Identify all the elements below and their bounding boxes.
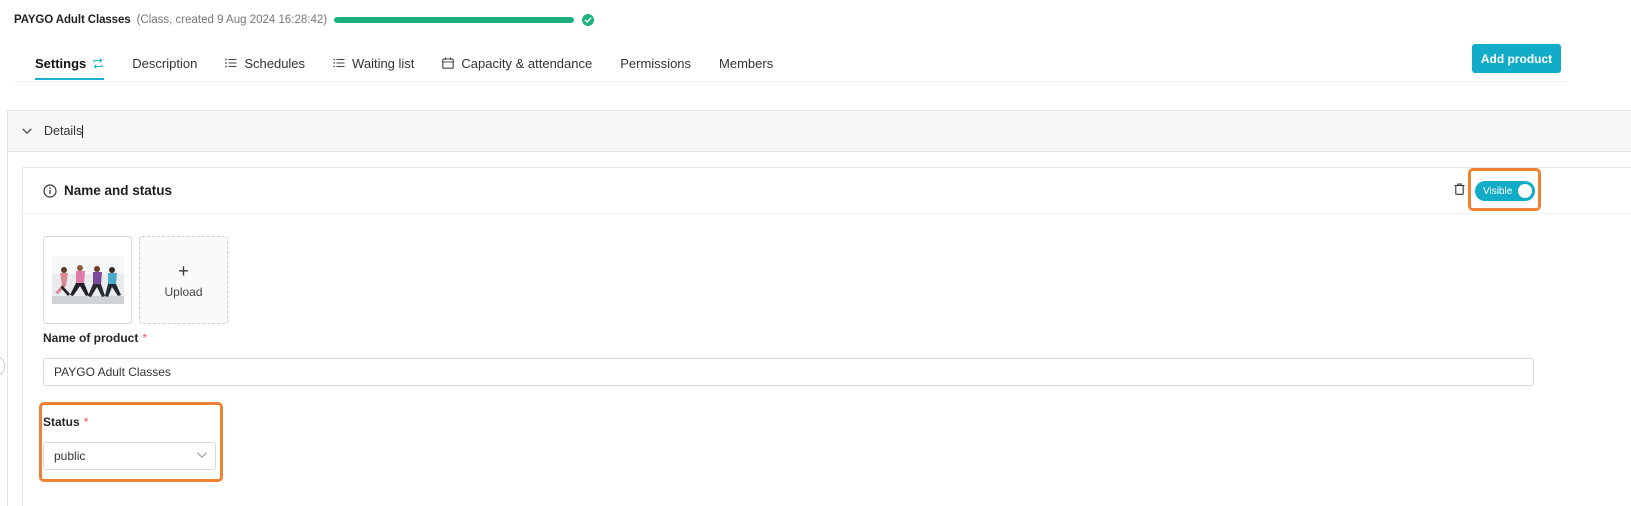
visibility-toggle-label: Visible [1483, 185, 1513, 197]
tab-members[interactable]: Members [719, 54, 773, 72]
product-header: PAYGO Adult Classes (Class, created 9 Au… [14, 12, 595, 28]
list-icon [225, 58, 237, 68]
tab-members-label: Members [719, 55, 774, 71]
name-field-label-text: Name of product [43, 331, 139, 345]
product-photo [51, 256, 124, 304]
tab-permissions[interactable]: Permissions [620, 54, 691, 72]
tab-waiting-list-label: Waiting list [352, 55, 415, 71]
upload-label: Upload [164, 284, 203, 299]
tab-bar: Settings Description Schedules Waiting l… [35, 54, 801, 82]
tab-capacity-attendance[interactable]: Capacity & attendance [442, 54, 592, 72]
list-numbered-icon [333, 58, 345, 68]
product-name-input[interactable] [43, 358, 1534, 386]
collapse-sidebar-handle[interactable] [0, 356, 5, 376]
status-field-label: Status * [43, 415, 88, 429]
chevron-down-icon[interactable] [22, 128, 32, 135]
visibility-toggle-highlight: Visible [1468, 168, 1541, 211]
text-cursor [82, 124, 84, 138]
tab-description-label: Description [132, 55, 198, 71]
visibility-toggle[interactable]: Visible [1475, 181, 1535, 201]
name-and-status-card: Name and status Visible + Upload Name of… [22, 167, 1631, 506]
details-panel-title: Details [44, 124, 83, 138]
name-and-status-header: Name and status Visible [23, 168, 1631, 214]
tab-capacity-attendance-label: Capacity & attendance [461, 55, 593, 71]
product-image-thumbnail[interactable] [43, 236, 132, 324]
sync-icon [92, 57, 104, 69]
status-select-value: public [54, 449, 86, 463]
tab-permissions-label: Permissions [620, 55, 692, 71]
tab-schedules[interactable]: Schedules [225, 54, 305, 72]
details-panel-header[interactable]: Details [8, 111, 1631, 152]
product-meta: (Class, created 9 Aug 2024 16:28:42) [136, 14, 328, 26]
details-panel: Details Name and status Visible + Upload… [7, 110, 1631, 506]
tab-waiting-list[interactable]: Waiting list [333, 54, 414, 72]
name-field-label: Name of product * [43, 331, 147, 345]
name-and-status-title: Name and status [64, 183, 173, 198]
tab-settings[interactable]: Settings [35, 54, 105, 80]
status-field-label-text: Status [43, 415, 80, 429]
completion-progress-bar [334, 17, 575, 23]
status-select[interactable]: public [43, 442, 216, 470]
tab-bar-divider [14, 81, 1567, 82]
product-title: PAYGO Adult Classes [14, 14, 131, 26]
calendar-icon [442, 57, 455, 69]
info-icon [43, 183, 57, 198]
completion-progress-fill [334, 17, 575, 23]
check-circle-icon [582, 14, 595, 26]
trash-icon[interactable] [1454, 183, 1465, 195]
required-mark: * [83, 415, 89, 429]
plus-icon: + [178, 260, 189, 281]
tab-schedules-label: Schedules [244, 55, 306, 71]
toggle-knob [1518, 184, 1532, 198]
tab-settings-label: Settings [35, 55, 87, 71]
required-mark: * [142, 331, 148, 345]
tab-description[interactable]: Description [132, 54, 197, 72]
chevron-down-icon [197, 452, 207, 459]
upload-image-button[interactable]: + Upload [139, 236, 228, 324]
add-product-button[interactable]: Add product [1472, 44, 1561, 73]
